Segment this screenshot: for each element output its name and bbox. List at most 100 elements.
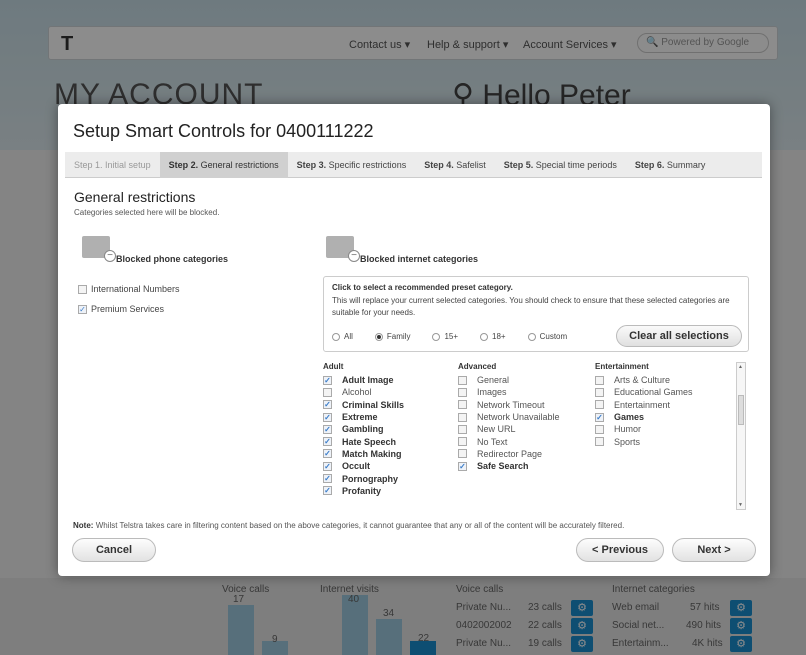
- phone-block-icon: −: [82, 236, 116, 262]
- category-label: Arts & Culture: [614, 375, 671, 386]
- step-initial-setup[interactable]: Step 1. Initial setup: [65, 152, 160, 178]
- radio-label: 15+: [444, 332, 459, 341]
- clear-all-selections-button[interactable]: Clear all selections: [616, 325, 742, 347]
- checkbox[interactable]: ✓: [323, 412, 332, 422]
- previous-button[interactable]: < Previous: [576, 538, 664, 562]
- scroll-thumb[interactable]: [738, 395, 744, 425]
- category-item[interactable]: Redirector Page: [458, 448, 560, 460]
- category-item[interactable]: Arts & Culture: [595, 374, 693, 386]
- step-number: Step 6.: [634, 159, 665, 170]
- step-label: Special time periods: [535, 159, 617, 170]
- checkbox[interactable]: ✓: [323, 449, 332, 459]
- radio-button[interactable]: [374, 332, 383, 341]
- radio-label: 18+: [492, 332, 506, 341]
- wizard-steps: Step 1. Initial setup Step 2. General re…: [65, 151, 762, 178]
- radio-button[interactable]: [332, 332, 340, 341]
- next-button[interactable]: Next >: [672, 538, 756, 562]
- step-number: Step 2.: [168, 159, 199, 170]
- radio-button[interactable]: [527, 332, 536, 341]
- preset-box: Click to select a recommended preset cat…: [323, 276, 749, 352]
- preset-all[interactable]: All: [332, 332, 353, 341]
- cancel-button[interactable]: Cancel: [72, 538, 156, 562]
- step-general-restrictions[interactable]: Step 2. General restrictions: [159, 151, 288, 178]
- smart-controls-dialog: Setup Smart Controls for 0400111222 Step…: [58, 104, 770, 576]
- checkbox[interactable]: [458, 412, 467, 422]
- preset-custom[interactable]: Custom: [527, 332, 567, 341]
- category-item[interactable]: Humor: [595, 423, 693, 435]
- category-item[interactable]: ✓ Safe Search: [458, 460, 560, 472]
- scroll-down-icon[interactable]: ▼: [738, 502, 743, 508]
- category-item[interactable]: Sports: [595, 435, 693, 447]
- category-item[interactable]: ✓ Profanity: [323, 485, 404, 497]
- checkbox[interactable]: [595, 437, 604, 447]
- category-item[interactable]: ✓ Games: [595, 411, 693, 423]
- category-item[interactable]: ✓ Adult Image: [323, 374, 404, 386]
- checkbox[interactable]: [458, 400, 467, 410]
- checkbox[interactable]: [595, 424, 604, 434]
- category-label: Pornography: [342, 473, 399, 484]
- category-item[interactable]: General: [458, 374, 560, 386]
- category-item[interactable]: ✓ Pornography: [323, 472, 404, 484]
- category-label: Safe Search: [477, 461, 529, 472]
- phone-category-international[interactable]: International Numbers: [78, 284, 180, 294]
- category-label: Gambling: [342, 424, 384, 435]
- category-scrollbar[interactable]: ▲ ▼: [736, 362, 746, 510]
- category-label: Sports: [614, 436, 641, 447]
- category-item[interactable]: No Text: [458, 435, 560, 447]
- category-item[interactable]: New URL: [458, 423, 560, 435]
- checkbox[interactable]: ✓: [323, 437, 332, 447]
- category-item[interactable]: ✓ Match Making: [323, 448, 404, 460]
- checkbox[interactable]: ✓: [78, 304, 87, 314]
- category-item[interactable]: Network Unavailable: [458, 411, 560, 423]
- category-item[interactable]: Educational Games: [595, 386, 693, 398]
- preset-family[interactable]: Family: [374, 332, 411, 341]
- category-item[interactable]: Entertainment: [595, 399, 693, 411]
- checkbox[interactable]: [595, 400, 604, 410]
- checkbox[interactable]: [595, 387, 604, 397]
- checkbox[interactable]: ✓: [323, 400, 332, 410]
- section-subtitle: Categories selected here will be blocked…: [74, 208, 220, 217]
- phone-category-premium[interactable]: ✓ Premium Services: [78, 304, 164, 314]
- step-specific-restrictions[interactable]: Step 3. Specific restrictions: [288, 152, 416, 178]
- category-item[interactable]: ✓ Criminal Skills: [323, 399, 404, 411]
- checkbox[interactable]: ✓: [323, 375, 332, 385]
- checkbox[interactable]: [78, 284, 87, 294]
- category-item[interactable]: ✓ Occult: [323, 460, 404, 472]
- checkbox[interactable]: [458, 437, 467, 447]
- category-item[interactable]: Network Timeout: [458, 399, 560, 411]
- step-label: Summary: [666, 159, 706, 170]
- scroll-up-icon[interactable]: ▲: [738, 364, 743, 370]
- checkbox[interactable]: ✓: [323, 461, 332, 471]
- step-safelist[interactable]: Step 4. Safelist: [415, 152, 495, 178]
- checkbox[interactable]: [458, 424, 467, 434]
- category-label: Occult: [342, 461, 371, 472]
- category-item[interactable]: ✓ Hate Speech: [323, 435, 404, 447]
- preset-15[interactable]: 15+: [432, 332, 458, 341]
- radio-label: Family: [386, 332, 411, 341]
- category-item[interactable]: ✓ Extreme: [323, 411, 404, 423]
- internet-categories-heading: Blocked internet categories: [360, 254, 479, 264]
- checkbox[interactable]: [595, 375, 604, 385]
- checkbox[interactable]: ✓: [595, 412, 604, 422]
- checkbox[interactable]: [458, 375, 467, 385]
- checkbox[interactable]: [458, 387, 467, 397]
- checkbox[interactable]: ✓: [323, 474, 332, 484]
- category-item[interactable]: Images: [458, 386, 560, 398]
- checkbox[interactable]: [323, 387, 332, 397]
- radio-button[interactable]: [432, 332, 441, 341]
- preset-18[interactable]: 18+: [480, 332, 506, 341]
- radio-button[interactable]: [480, 332, 489, 341]
- note-text: Whilst Telstra takes care in filtering c…: [95, 521, 625, 530]
- note-prefix: Note:: [73, 521, 94, 530]
- checkbox[interactable]: ✓: [458, 461, 467, 471]
- category-item[interactable]: Alcohol: [323, 386, 404, 398]
- step-special-time-periods[interactable]: Step 5. Special time periods: [495, 152, 626, 178]
- category-label: Humor: [614, 424, 642, 435]
- checkbox[interactable]: [458, 449, 467, 459]
- checkbox[interactable]: ✓: [323, 424, 332, 434]
- step-summary[interactable]: Step 6. Summary: [626, 152, 715, 178]
- category-item[interactable]: ✓ Gambling: [323, 423, 404, 435]
- category-label: Educational Games: [614, 387, 693, 398]
- category-label: Profanity: [342, 485, 382, 496]
- checkbox[interactable]: ✓: [323, 486, 332, 496]
